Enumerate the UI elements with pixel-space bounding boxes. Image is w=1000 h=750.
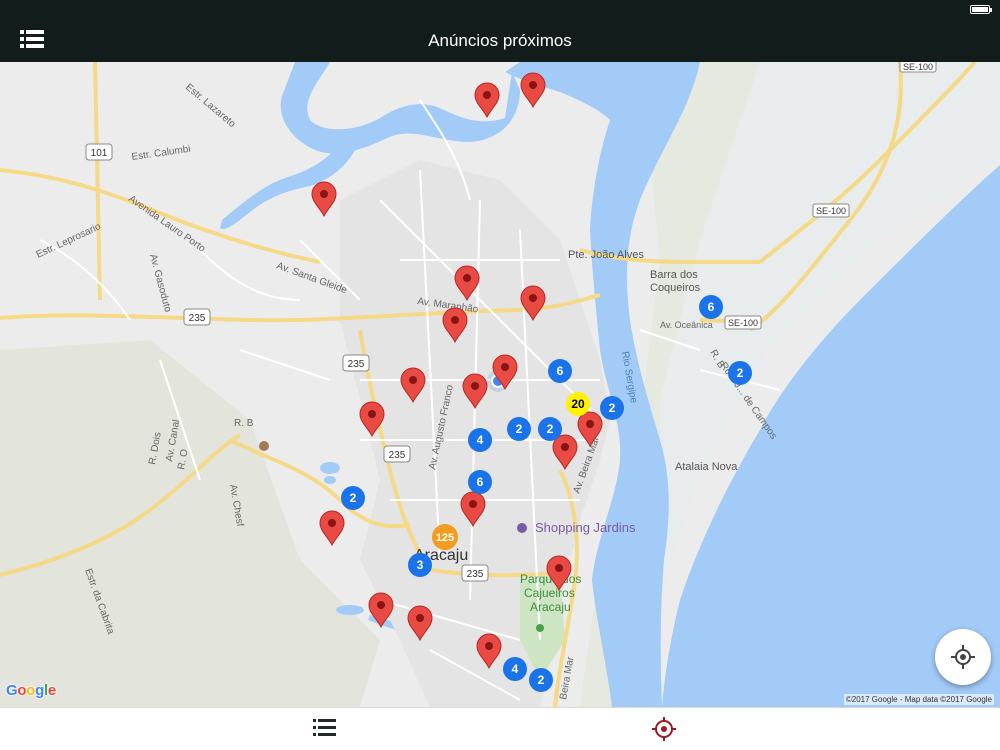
shopping-bag-icon[interactable]	[517, 523, 527, 533]
label-barra-dos: Barra dos	[650, 269, 698, 281]
label-atalaia-nova: Atalaia Nova	[675, 461, 738, 473]
svg-text:SE-100: SE-100	[903, 62, 933, 72]
lake	[320, 462, 340, 474]
route-shield-se100: SE-100	[899, 62, 937, 73]
route-shield-235: 235	[342, 354, 370, 372]
tab-bar	[0, 707, 1000, 750]
svg-text:6: 6	[708, 300, 715, 314]
svg-text:2: 2	[516, 422, 523, 436]
route-shield-235: 235	[183, 308, 211, 326]
education-poi-icon[interactable]	[259, 441, 269, 451]
map-canvas[interactable]: 101 235 235 235 235 SE-100 SE-100 SE-100…	[0, 62, 1000, 707]
map-attribution[interactable]: ©2017 Google - Map data ©2017 Google	[843, 694, 994, 705]
svg-text:101: 101	[91, 148, 108, 159]
park-poi-icon[interactable]	[536, 624, 544, 632]
target-icon	[652, 717, 676, 741]
svg-text:3: 3	[417, 558, 424, 572]
page-title: Anúncios próximos	[428, 31, 572, 50]
svg-text:SE-100: SE-100	[816, 206, 846, 216]
label-coqueiros: Coqueiros	[650, 282, 701, 294]
label-pte-joao-alves: Pte. João Alves	[568, 249, 644, 261]
cluster-marker[interactable]: 4	[468, 428, 492, 452]
svg-text:2: 2	[609, 401, 616, 415]
cluster-marker[interactable]: 125	[432, 524, 458, 550]
tab-nearby[interactable]	[634, 708, 694, 750]
route-shield-se100: SE-100	[812, 203, 850, 218]
cluster-marker[interactable]: 2	[529, 668, 553, 692]
my-location-button[interactable]	[935, 629, 991, 685]
cluster-marker[interactable]: 6	[699, 295, 723, 319]
cluster-marker[interactable]: 2	[728, 361, 752, 385]
crosshair-icon	[951, 645, 975, 669]
svg-text:2: 2	[350, 491, 357, 505]
battery-icon	[970, 5, 992, 14]
route-shield-se100: SE-100	[724, 315, 762, 330]
route-shield-235: 235	[461, 564, 489, 582]
svg-text:2: 2	[538, 673, 545, 687]
label-rb: R. B	[234, 418, 254, 429]
list-icon	[313, 719, 336, 736]
cluster-marker[interactable]: 4	[503, 657, 527, 681]
status-bar	[0, 0, 1000, 20]
svg-text:6: 6	[557, 364, 564, 378]
svg-text:20: 20	[571, 397, 585, 411]
svg-text:125: 125	[436, 532, 454, 544]
svg-text:235: 235	[467, 569, 484, 580]
svg-text:2: 2	[547, 422, 554, 436]
cluster-marker[interactable]: 20	[566, 392, 590, 416]
cluster-marker[interactable]: 6	[548, 359, 572, 383]
svg-text:4: 4	[512, 662, 519, 676]
navigation-bar: Anúncios próximos	[0, 20, 1000, 62]
list-menu-button[interactable]	[20, 29, 44, 53]
route-shield-235: 235	[383, 445, 411, 463]
cluster-marker[interactable]: 3	[408, 553, 432, 577]
label-av-oceanica: Av. Oceânica	[660, 320, 713, 330]
svg-text:SE-100: SE-100	[728, 318, 758, 328]
map-view[interactable]: 101 235 235 235 235 SE-100 SE-100 SE-100…	[0, 62, 1000, 707]
svg-text:2: 2	[737, 366, 744, 380]
lake	[324, 476, 336, 484]
list-icon	[20, 30, 44, 48]
route-shield-101: 101	[85, 143, 113, 161]
cluster-marker[interactable]: 6	[468, 470, 492, 494]
label-shopping-jardins: Shopping Jardins	[535, 520, 636, 535]
cluster-marker[interactable]: 2	[600, 396, 624, 420]
svg-text:235: 235	[348, 359, 365, 370]
lake	[336, 605, 364, 615]
label-cajueiros: Cajueiros	[524, 586, 575, 600]
google-logo: Google	[6, 682, 56, 699]
svg-text:235: 235	[389, 450, 406, 461]
cluster-marker[interactable]: 2	[507, 417, 531, 441]
svg-text:235: 235	[189, 313, 206, 324]
tab-list[interactable]	[295, 708, 355, 750]
svg-text:6: 6	[477, 475, 484, 489]
cluster-marker[interactable]: 2	[341, 486, 365, 510]
svg-text:4: 4	[477, 433, 484, 447]
cluster-marker[interactable]: 2	[538, 417, 562, 441]
label-parque-aracaju: Aracaju	[530, 600, 571, 614]
